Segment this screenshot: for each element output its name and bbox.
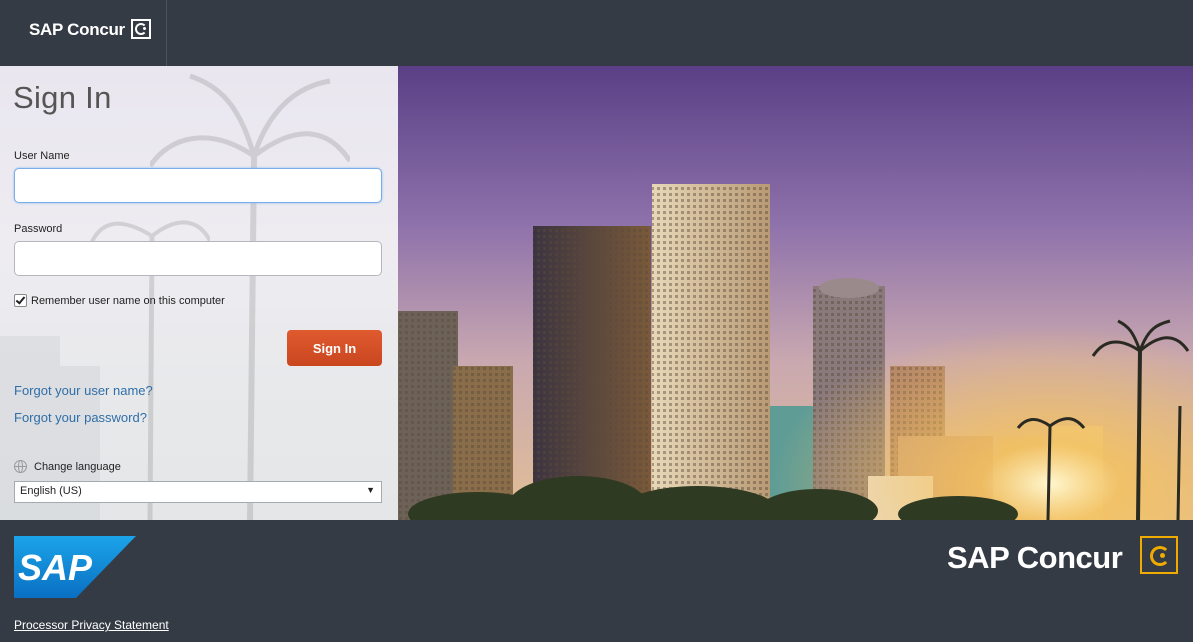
forgot-username-link[interactable]: Forgot your user name?: [14, 383, 153, 398]
change-language-row: Change language: [14, 460, 121, 473]
header-brand[interactable]: SAP Concur: [0, 0, 167, 66]
language-select[interactable]: English (US) ▼: [14, 481, 382, 503]
chevron-down-icon: ▼: [366, 485, 375, 495]
username-label: User Name: [14, 150, 70, 162]
username-input[interactable]: [14, 168, 382, 203]
header-brand-text: SAP Concur: [29, 20, 125, 39]
sign-in-button[interactable]: Sign In: [287, 330, 382, 366]
login-panel: Sign In User Name Password Remember user…: [0, 66, 398, 520]
concur-logo-icon: [131, 19, 151, 39]
password-label: Password: [14, 223, 63, 235]
sap-logo-icon: SAP: [14, 536, 136, 598]
remember-label: Remember user name on this computer: [31, 294, 225, 307]
language-select-value: English (US): [20, 485, 82, 497]
privacy-statement-link[interactable]: Processor Privacy Statement: [14, 618, 169, 632]
change-language-label: Change language: [34, 460, 121, 473]
hero-cityscape-image: [398, 66, 1193, 520]
password-input[interactable]: [14, 241, 382, 276]
concur-logo-icon-footer: [1140, 536, 1178, 574]
forgot-password-link[interactable]: Forgot your password?: [14, 410, 147, 425]
remember-row: Remember user name on this computer: [14, 294, 225, 307]
footer: SAP Processor Privacy Statement SAP Conc…: [0, 520, 1193, 642]
page-title: Sign In: [13, 80, 112, 115]
remember-checkbox[interactable]: [14, 294, 27, 307]
sap-logo-text: SAP: [18, 547, 93, 588]
top-bar: SAP Concur: [0, 0, 1193, 66]
globe-icon: [14, 460, 27, 473]
footer-brand-text: SAP Concur: [947, 540, 1123, 575]
